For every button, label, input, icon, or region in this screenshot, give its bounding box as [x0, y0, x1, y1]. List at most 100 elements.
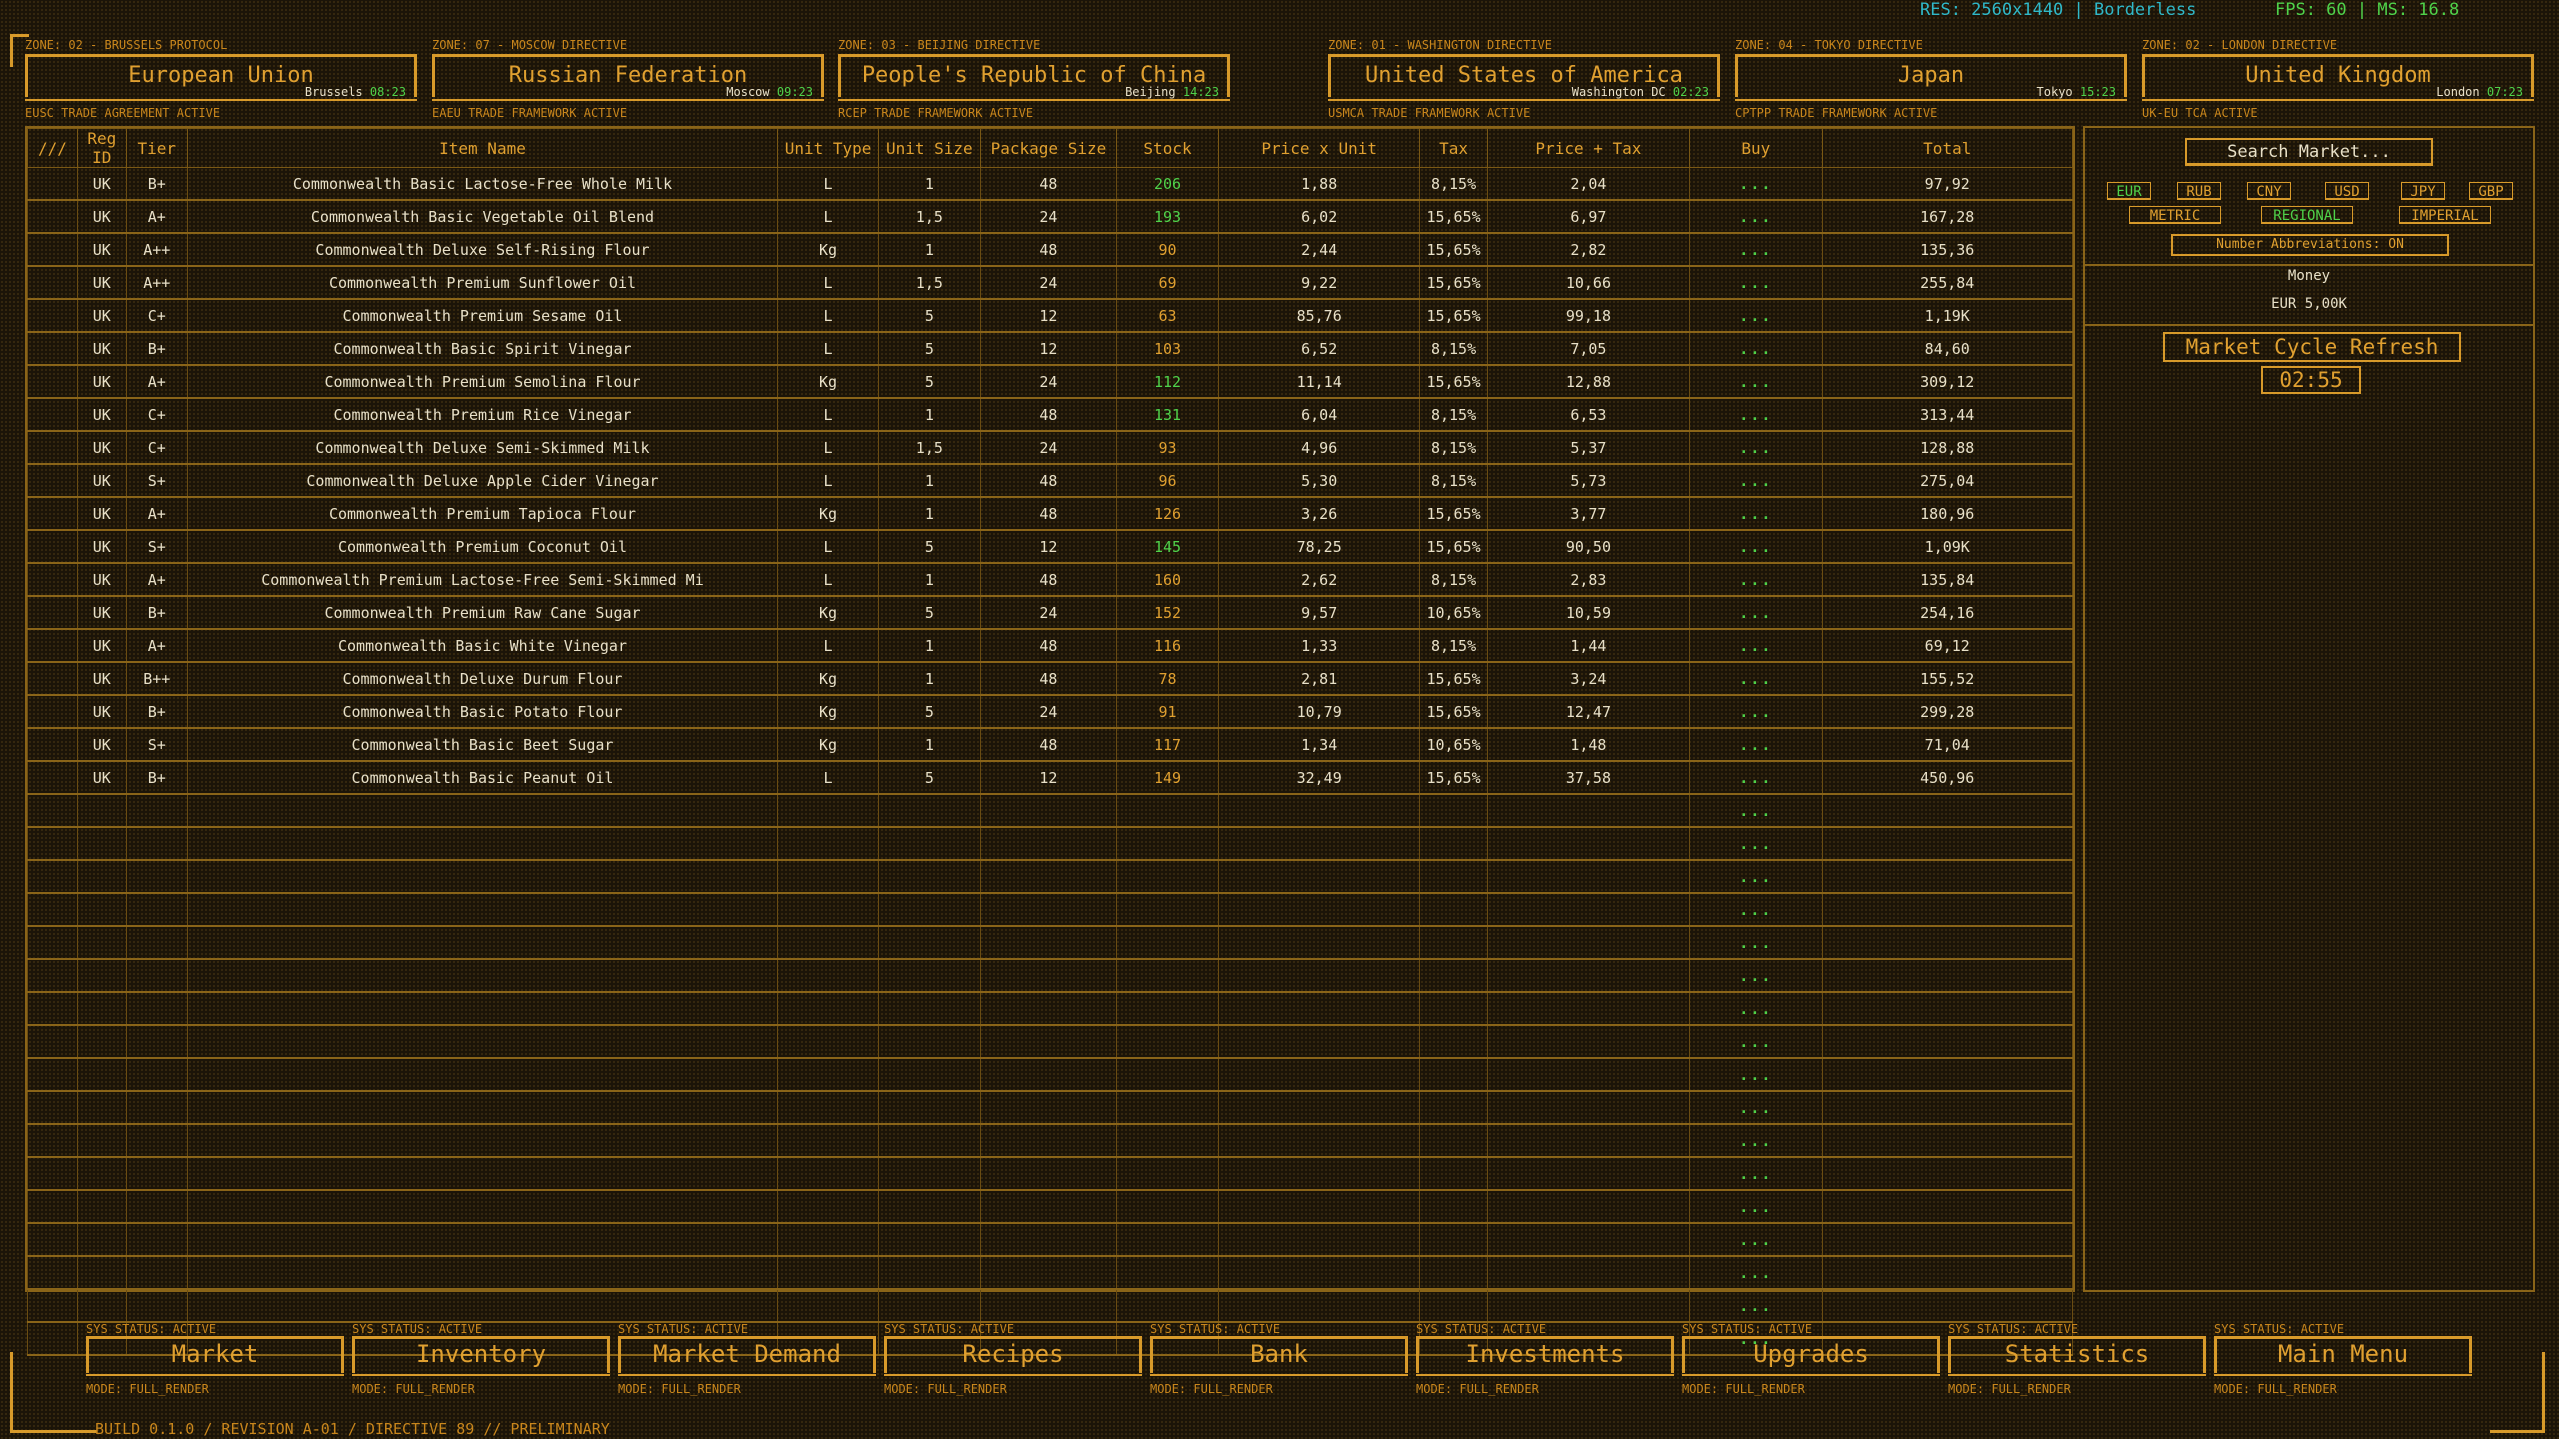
column-header[interactable]: Stock	[1116, 128, 1219, 168]
column-header[interactable]: Unit Type	[777, 128, 879, 168]
currency-option[interactable]: USD	[2325, 182, 2369, 200]
buy-button[interactable]: ...	[1689, 727, 1823, 762]
table-row[interactable]: UK S+ Commonwealth Basic Beet Sugar Kg 1 48 11…	[27, 727, 2074, 762]
table-row[interactable]: UK B+ Commonwealth Basic Peanut Oil L 5 12 149…	[27, 760, 2074, 795]
buy-button[interactable]: ...	[1689, 1123, 1823, 1158]
buy-button[interactable]: ...	[1689, 826, 1823, 861]
currency-option[interactable]: EUR	[2107, 182, 2151, 200]
nav-button[interactable]: Market Demand	[618, 1336, 876, 1376]
buy-button[interactable]: ...	[1689, 1024, 1823, 1059]
empty-cell	[125, 958, 188, 993]
table-row[interactable]: UK A+ Commonwealth Premium Semolina Flour K…	[27, 364, 2074, 399]
currency-option[interactable]: CNY	[2247, 182, 2291, 200]
buy-button[interactable]: ...	[1689, 232, 1823, 267]
buy-button[interactable]: ...	[1689, 595, 1823, 630]
buy-button[interactable]: ...	[1689, 331, 1823, 366]
buy-button[interactable]: ...	[1689, 892, 1823, 927]
unit-system-option[interactable]: METRIC	[2129, 206, 2221, 224]
zone-country-box[interactable]: United States of America Washington DC 02…	[1328, 54, 1720, 101]
table-row[interactable]: UK A+ Commonwealth Basic Vegetable Oil Ble…	[27, 199, 2074, 234]
buy-button[interactable]: ...	[1689, 1156, 1823, 1191]
buy-button[interactable]: ...	[1689, 1222, 1823, 1257]
table-row[interactable]: UK A++ Commonwealth Deluxe Self-Rising Flo…	[27, 232, 2074, 267]
table-row[interactable]: UK C+ Commonwealth Deluxe Semi-Skimmed Mil…	[27, 430, 2074, 465]
table-row[interactable]: UK A+ Commonwealth Premium Lactose-Free Se…	[27, 562, 2074, 597]
buy-button[interactable]: ...	[1689, 397, 1823, 432]
buy-button[interactable]: ...	[1689, 562, 1823, 597]
zone-city: Beijing	[1125, 85, 1176, 99]
buy-button[interactable]: ...	[1689, 298, 1823, 333]
column-header[interactable]: Unit Size	[877, 128, 981, 168]
table-row[interactable]: UK B+ Commonwealth Basic Lactose-Free Whol…	[27, 167, 2074, 201]
column-header[interactable]: Item Name	[186, 128, 779, 168]
table-row[interactable]: UK S+ Commonwealth Premium Coconut Oil L 5 12…	[27, 529, 2074, 564]
nav-button[interactable]: Recipes	[884, 1336, 1142, 1376]
buy-button[interactable]: ...	[1689, 463, 1823, 498]
buy-button[interactable]: ...	[1689, 1057, 1823, 1092]
buy-button[interactable]: ...	[1689, 694, 1823, 729]
currency-option[interactable]: RUB	[2177, 182, 2221, 200]
currency-option[interactable]: JPY	[2401, 182, 2445, 200]
buy-button[interactable]: ...	[1689, 628, 1823, 663]
table-row[interactable]: UK A+ Commonwealth Premium Tapioca Flour Kg…	[27, 496, 2074, 531]
stock-cell: 117	[1116, 727, 1219, 762]
buy-button[interactable]: ...	[1689, 1090, 1823, 1125]
buy-button[interactable]: ...	[1689, 958, 1823, 993]
empty-cell	[125, 1222, 188, 1257]
number-abbreviations-toggle[interactable]: Number Abbreviations: ON	[2171, 234, 2449, 256]
buy-button[interactable]: ...	[1689, 991, 1823, 1026]
table-row[interactable]: UK S+ Commonwealth Deluxe Apple Cider Vine…	[27, 463, 2074, 498]
buy-button[interactable]: ...	[1689, 529, 1823, 564]
buy-button[interactable]: ...	[1689, 925, 1823, 960]
table-row[interactable]: UK B+ Commonwealth Premium Raw Cane Sugar K…	[27, 595, 2074, 630]
search-market-input[interactable]	[2185, 138, 2433, 166]
currency-option[interactable]: GBP	[2469, 182, 2513, 200]
buy-button[interactable]: ...	[1689, 199, 1823, 234]
table-row[interactable]: UK B++ Commonwealth Deluxe Durum Flour Kg 1 4…	[27, 661, 2074, 696]
column-header[interactable]: Tier	[125, 128, 188, 168]
unit-size-cell: 1	[877, 661, 981, 696]
row-marker-cell	[27, 167, 78, 201]
buy-button[interactable]: ...	[1689, 661, 1823, 696]
nav-button[interactable]: Upgrades	[1682, 1336, 1940, 1376]
buy-button[interactable]: ...	[1689, 364, 1823, 399]
table-row[interactable]: UK B+ Commonwealth Basic Spirit Vinegar L 5 1…	[27, 331, 2074, 366]
column-header[interactable]: Total	[1821, 128, 2074, 168]
buy-button[interactable]: ...	[1689, 1255, 1823, 1290]
column-header[interactable]: Reg ID	[76, 128, 127, 168]
zone-country-box[interactable]: People's Republic of China Beijing 14:23	[838, 54, 1230, 101]
table-row[interactable]: UK C+ Commonwealth Premium Sesame Oil L 5 12 6…	[27, 298, 2074, 333]
zone-country-box[interactable]: Japan Tokyo 15:23	[1735, 54, 2127, 101]
column-header[interactable]: Price x Unit	[1217, 128, 1421, 168]
column-header[interactable]: Price + Tax	[1486, 128, 1691, 168]
nav-button[interactable]: Investments	[1416, 1336, 1674, 1376]
column-header[interactable]: Package Size	[979, 128, 1118, 168]
buy-button[interactable]: ...	[1689, 760, 1823, 795]
zone-country-box[interactable]: United Kingdom London 07:23	[2142, 54, 2534, 101]
buy-button[interactable]: ...	[1689, 1288, 1823, 1323]
unit-system-option[interactable]: REGIONAL	[2261, 206, 2353, 224]
nav-button[interactable]: Market	[86, 1336, 344, 1376]
nav-button[interactable]: Main Menu	[2214, 1336, 2472, 1376]
nav-item: SYS STATUS: ACTIVE Investments MODE: FULL_…	[1416, 1322, 1674, 1396]
nav-button[interactable]: Statistics	[1948, 1336, 2206, 1376]
table-row[interactable]: UK A+ Commonwealth Basic White Vinegar L 1 48…	[27, 628, 2074, 663]
nav-button[interactable]: Inventory	[352, 1336, 610, 1376]
nav-button[interactable]: Bank	[1150, 1336, 1408, 1376]
buy-button[interactable]: ...	[1689, 265, 1823, 300]
table-row[interactable]: UK B+ Commonwealth Basic Potato Flour Kg 5 24…	[27, 694, 2074, 729]
unit-system-option[interactable]: IMPERIAL	[2399, 206, 2491, 224]
buy-button[interactable]: ...	[1689, 859, 1823, 894]
table-row[interactable]: UK A++ Commonwealth Premium Sunflower Oil L…	[27, 265, 2074, 300]
column-header[interactable]: ///	[27, 128, 78, 168]
zone-country-box[interactable]: European Union Brussels 08:23	[25, 54, 417, 101]
column-header[interactable]: Tax	[1419, 128, 1488, 168]
buy-button[interactable]: ...	[1689, 793, 1823, 828]
buy-button[interactable]: ...	[1689, 167, 1823, 201]
column-header[interactable]: Buy	[1689, 128, 1823, 168]
buy-button[interactable]: ...	[1689, 496, 1823, 531]
buy-button[interactable]: ...	[1689, 1189, 1823, 1224]
table-row[interactable]: UK C+ Commonwealth Premium Rice Vinegar L 1 4…	[27, 397, 2074, 432]
buy-button[interactable]: ...	[1689, 430, 1823, 465]
zone-country-box[interactable]: Russian Federation Moscow 09:23	[432, 54, 824, 101]
